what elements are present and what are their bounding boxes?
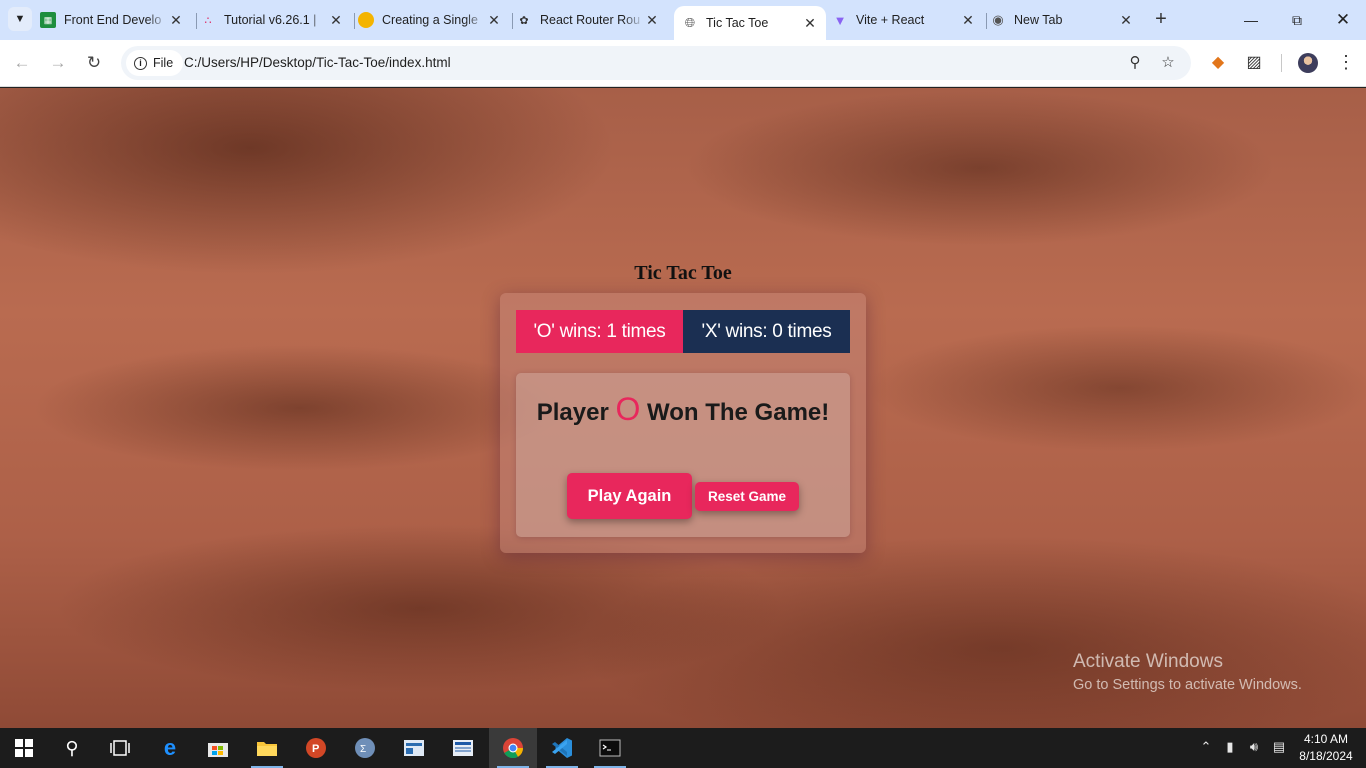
app-icon[interactable]: Σ <box>341 728 389 768</box>
browser-toolbar: ← → ↻ i File C:/Users/HP/Desktop/Tic-Tac… <box>0 40 1366 87</box>
medium-icon <box>358 12 374 28</box>
close-icon[interactable]: ✕ <box>328 12 344 28</box>
start-icon[interactable] <box>0 728 48 768</box>
openai-icon: ✿ <box>519 14 529 27</box>
tab-title: React Router Rou <box>540 13 641 27</box>
vscode-icon[interactable] <box>538 728 586 768</box>
result-panel: Player O Won The Game! Play Again Reset … <box>516 373 850 537</box>
tab-vite-react[interactable]: ▼ Vite + React ✕ <box>832 0 984 40</box>
watermark-line2: Go to Settings to activate Windows. <box>1073 677 1302 693</box>
search-icon[interactable]: ⚲ <box>48 728 96 768</box>
chrome-taskbar-icon[interactable] <box>489 728 537 768</box>
clock-time: 4:10 AM <box>1303 732 1349 746</box>
winner-mark: O <box>615 391 641 427</box>
close-icon[interactable]: ✕ <box>1118 12 1134 28</box>
tab-separator <box>986 13 987 29</box>
task-view-icon[interactable] <box>96 728 144 768</box>
clock[interactable]: 4:10 AM 8/18/2024 <box>1298 731 1354 765</box>
tab-search-chevron-icon[interactable]: ▼ <box>8 7 32 31</box>
forward-arrow-icon[interactable]: → <box>45 50 71 76</box>
battery-icon[interactable]: ▮ <box>1221 739 1239 757</box>
browser-tab-strip: ▼ ▦ Front End Develo ✕ ∴ Tutorial v6.26.… <box>0 0 1366 40</box>
zoom-icon[interactable]: ⚲ <box>1125 53 1145 73</box>
vite-icon: ▼ <box>833 12 847 28</box>
volume-icon[interactable]: 🔊︎ <box>1245 739 1263 757</box>
app-icon-3[interactable] <box>439 728 487 768</box>
close-icon[interactable]: ✕ <box>802 15 818 31</box>
page-background: Tic Tac Toe 'O' wins: 1 times 'X' wins: … <box>0 88 1366 728</box>
back-arrow-icon[interactable]: ← <box>9 50 35 76</box>
close-icon[interactable]: ✕ <box>168 12 184 28</box>
score-o: 'O' wins: 1 times <box>516 310 683 353</box>
notification-icon[interactable]: ▤ <box>1270 739 1288 757</box>
tab-title: New Tab <box>1014 13 1063 27</box>
tab-title: Creating a Single <box>382 13 478 27</box>
activate-windows-watermark: Activate Windows Go to Settings to activ… <box>1073 651 1302 693</box>
profile-avatar-icon[interactable] <box>1298 53 1318 73</box>
tab-separator <box>196 13 197 29</box>
game-title: Tic Tac Toe <box>634 262 732 284</box>
edge-icon[interactable]: e <box>146 728 194 768</box>
globe-icon: 🌐︎ <box>684 15 696 30</box>
new-tab-plus-icon[interactable]: + <box>1150 9 1172 31</box>
tab-tic-tac-toe[interactable]: 🌐︎ Tic Tac Toe ✕ <box>674 6 826 40</box>
reload-icon[interactable]: ↻ <box>81 50 107 76</box>
tab-separator <box>354 13 355 29</box>
tab-tutorial[interactable]: ∴ Tutorial v6.26.1 | ✕ <box>200 0 352 40</box>
winner-message: Player O Won The Game! <box>516 393 850 429</box>
react-router-icon: ∴ <box>204 14 212 27</box>
powerpoint-icon[interactable]: P <box>292 728 340 768</box>
tab-creating-single[interactable]: Creating a Single ✕ <box>358 0 510 40</box>
svg-text:P: P <box>312 743 319 755</box>
toolbar-divider <box>1281 54 1282 72</box>
tab-title: Tutorial v6.26.1 | <box>224 13 317 27</box>
app-icon-2[interactable] <box>390 728 438 768</box>
tab-title: Tic Tac Toe <box>706 16 769 30</box>
message-prefix: Player <box>536 399 609 426</box>
metamask-icon[interactable]: ◆ <box>1207 52 1229 74</box>
play-again-button[interactable]: Play Again <box>567 473 692 519</box>
tab-new-tab[interactable]: ◉ New Tab ✕ <box>990 0 1142 40</box>
window-close-icon[interactable]: ✕ <box>1320 0 1366 40</box>
address-bar[interactable]: i File C:/Users/HP/Desktop/Tic-Tac-Toe/i… <box>121 46 1191 80</box>
score-x: 'X' wins: 0 times <box>683 310 850 353</box>
clock-date: 8/18/2024 <box>1299 749 1353 763</box>
tab-front-end[interactable]: ▦ Front End Develo ✕ <box>40 0 192 40</box>
menu-kebab-icon[interactable]: ⋮ <box>1335 52 1357 74</box>
svg-text:Σ: Σ <box>360 744 366 755</box>
message-suffix: Won The Game! <box>647 399 830 426</box>
sheets-icon: ▦ <box>40 12 56 28</box>
url-text[interactable]: C:/Users/HP/Desktop/Tic-Tac-Toe/index.ht… <box>184 55 451 70</box>
reset-game-button[interactable]: Reset Game <box>695 482 799 511</box>
store-icon[interactable] <box>194 728 242 768</box>
tab-separator <box>512 13 513 29</box>
close-icon[interactable]: ✕ <box>486 12 502 28</box>
chevron-up-icon[interactable]: ⌃ <box>1197 739 1215 757</box>
file-label: File <box>153 56 174 70</box>
info-icon: i <box>134 56 147 70</box>
tab-title: Vite + React <box>856 13 925 27</box>
terminal-icon[interactable] <box>586 728 634 768</box>
site-info-chip[interactable]: i File <box>126 50 184 76</box>
game-card: 'O' wins: 1 times 'X' wins: 0 times Play… <box>500 293 866 553</box>
extensions-icon[interactable]: ▨ <box>1243 52 1265 74</box>
close-icon[interactable]: ✕ <box>960 12 976 28</box>
file-explorer-icon[interactable] <box>243 728 291 768</box>
tab-react-router[interactable]: ✿ React Router Rou ✕ <box>516 0 668 40</box>
chrome-icon: ◉ <box>992 12 1004 27</box>
minimize-icon[interactable]: — <box>1228 0 1274 40</box>
scoreboard: 'O' wins: 1 times 'X' wins: 0 times <box>516 310 850 353</box>
tab-title: Front End Develo <box>64 13 162 27</box>
close-icon[interactable]: ✕ <box>644 12 660 28</box>
watermark-line1: Activate Windows <box>1073 651 1223 672</box>
restore-icon[interactable]: ⧉ <box>1274 0 1320 40</box>
windows-taskbar: ⚲ e P Σ ⌃ ▮ 🔊︎ ▤ 4:10 AM 8/18/2024 <box>0 728 1366 768</box>
bookmark-star-icon[interactable]: ☆ <box>1158 53 1178 73</box>
